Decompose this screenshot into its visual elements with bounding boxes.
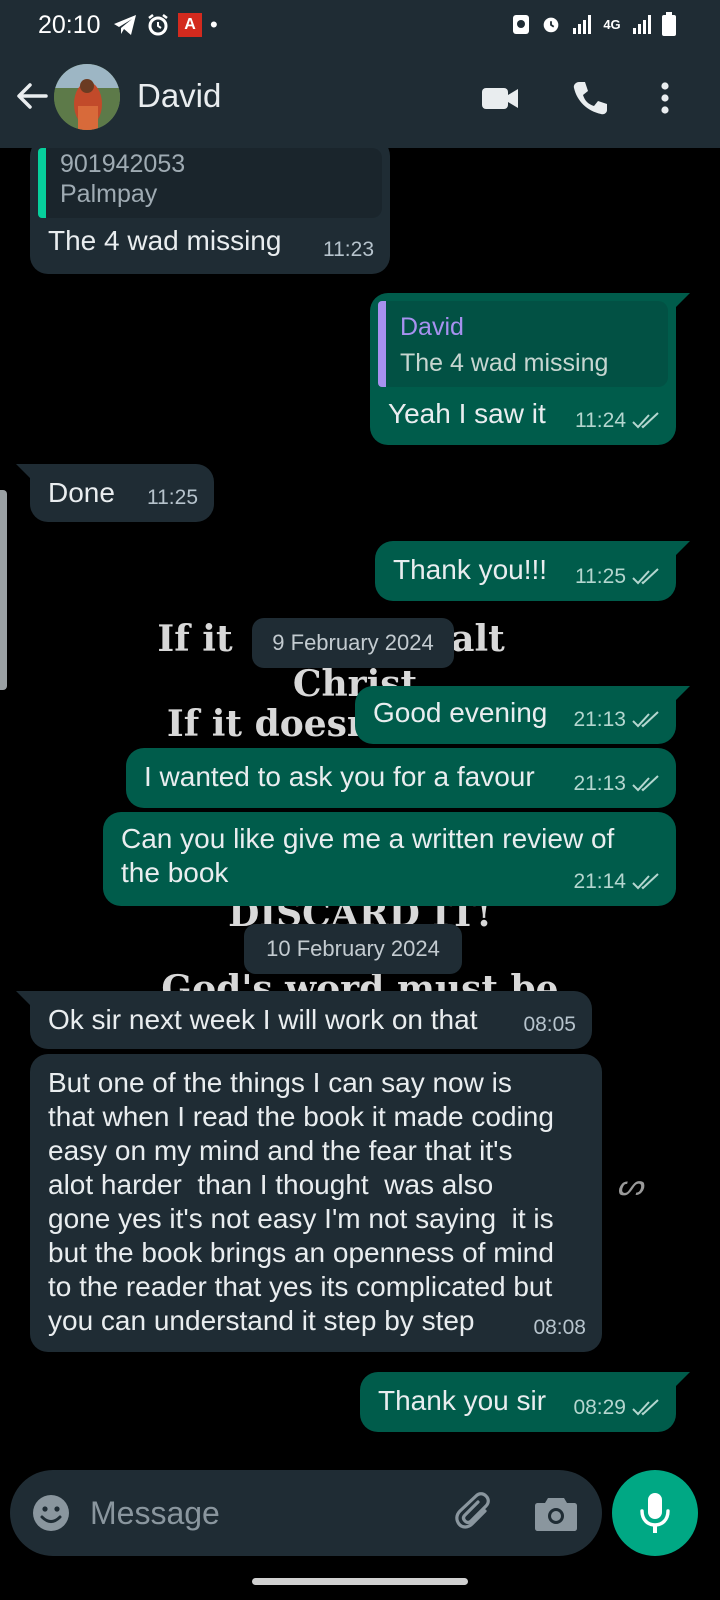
system-nav-bar — [0, 1556, 720, 1600]
double-check-icon — [632, 873, 659, 890]
message-incoming[interactable]: 901942053 Palmpay The 4 wad missing 11:2… — [30, 148, 390, 274]
message-text: The 4 wad missing — [48, 225, 282, 256]
double-check-icon — [632, 1399, 659, 1416]
message-composer — [10, 1470, 602, 1556]
message-time: 11:24 — [575, 409, 626, 432]
quoted-author: David — [400, 313, 464, 341]
message-meta: 21:13 — [573, 772, 660, 796]
message-text-line: you can understand it step by step — [48, 1305, 475, 1336]
message-meta: 08:05 — [523, 1013, 576, 1037]
message-text: Thank you!!! — [393, 554, 548, 585]
message-incoming[interactable]: But one of the things I can say now is t… — [30, 1054, 602, 1352]
double-check-icon — [632, 711, 659, 728]
telegram-icon — [114, 15, 136, 35]
message-text-line: alot harder than I thought was also — [48, 1169, 494, 1200]
home-gesture-bar[interactable] — [252, 1578, 468, 1585]
signal-icon — [573, 15, 591, 34]
message-input[interactable] — [90, 1484, 440, 1542]
more-options-icon[interactable] — [645, 78, 685, 118]
quoted-number: 901942053 — [60, 150, 186, 178]
message-meta: 11:25 — [575, 565, 660, 589]
message-outgoing[interactable]: Thank you sir 08:29 — [360, 1372, 690, 1432]
message-text: Good evening — [373, 697, 548, 728]
message-time: 11:25 — [147, 486, 198, 509]
quoted-sub: Palmpay — [60, 180, 158, 208]
message-outgoing[interactable]: David The 4 wad missing Yeah I saw it 11… — [370, 293, 690, 445]
video-call-icon[interactable] — [480, 78, 520, 118]
double-check-icon — [632, 775, 659, 792]
double-check-icon — [632, 568, 659, 585]
message-meta: 08:08 — [533, 1316, 586, 1340]
date-separator: 10 February 2024 — [244, 924, 462, 974]
message-text: Yeah I saw it — [388, 398, 546, 429]
double-check-icon — [632, 412, 659, 429]
chat-header: David — [0, 52, 720, 148]
message-incoming[interactable]: Ok sir next week I will work on that 08:… — [16, 991, 592, 1049]
battery-icon — [662, 12, 676, 36]
message-time: 21:13 — [573, 708, 626, 731]
status-left-icons: A • — [112, 12, 218, 38]
quoted-message[interactable]: David The 4 wad missing — [378, 301, 668, 387]
message-text: Done — [48, 477, 115, 508]
message-meta: 21:14 — [573, 870, 660, 894]
message-text-line: the book — [121, 857, 229, 888]
message-text: Thank you sir — [378, 1385, 547, 1416]
contact-name[interactable]: David — [137, 77, 221, 115]
message-text-line: that when I read the book it made coding — [48, 1101, 554, 1132]
message-text: I wanted to ask you for a favour — [144, 761, 535, 792]
mic-icon — [640, 1493, 670, 1533]
message-text-line: easy on my mind and the fear that it's — [48, 1135, 513, 1166]
emoji-icon[interactable] — [30, 1492, 72, 1534]
quoted-text: The 4 wad missing — [400, 349, 609, 377]
message-time: 08:29 — [573, 1396, 626, 1419]
message-meta: 11:23 — [323, 238, 374, 262]
data-saver-icon — [513, 15, 529, 34]
camera-icon[interactable] — [534, 1492, 578, 1534]
message-time: 08:08 — [533, 1316, 586, 1339]
message-meta: 11:25 — [147, 486, 198, 510]
message-text: Ok sir next week I will work on that — [48, 1004, 478, 1035]
message-outgoing[interactable]: Good evening 21:13 — [355, 686, 690, 744]
message-time: 21:13 — [573, 772, 626, 795]
alarm-icon — [148, 14, 168, 36]
message-incoming[interactable]: Done 11:25 — [16, 464, 214, 522]
notification-dot: • — [210, 12, 218, 37]
message-time: 08:05 — [523, 1013, 576, 1036]
app-notification-icon: A — [178, 13, 202, 37]
scrollbar[interactable] — [0, 490, 7, 690]
attach-icon[interactable] — [452, 1490, 498, 1536]
message-meta: 11:24 — [575, 409, 660, 433]
voice-call-icon[interactable] — [570, 78, 610, 118]
message-time: 11:23 — [323, 238, 374, 261]
chat-area[interactable]: If it alt Christ If it doesn DISCARD IT!… — [0, 148, 720, 1470]
mic-button[interactable] — [612, 1470, 698, 1556]
message-text-line: gone yes it's not easy I'm not saying it… — [48, 1203, 554, 1234]
message-text-line: But one of the things I can say now is — [48, 1067, 512, 1098]
message-text-line: but the book brings an openness of mind — [48, 1237, 554, 1268]
status-bar: 20:10 A • 4G — [0, 0, 720, 52]
back-arrow-icon[interactable] — [14, 78, 50, 114]
message-meta: 21:13 — [573, 708, 660, 732]
status-time: 20:10 — [38, 11, 101, 39]
quoted-message[interactable]: 901942053 Palmpay — [38, 148, 382, 218]
avatar[interactable] — [54, 64, 120, 130]
message-outgoing[interactable]: I wanted to ask you for a favour 21:13 — [126, 748, 676, 808]
message-text-line: Can you like give me a written review of — [121, 823, 615, 854]
network-type: 4G — [603, 16, 621, 32]
status-right-icons: 4G — [511, 12, 676, 36]
alarm-status-icon — [543, 17, 559, 33]
message-meta: 08:29 — [573, 1396, 660, 1420]
message-outgoing[interactable]: Can you like give me a written review of… — [103, 812, 676, 906]
signal-icon-2 — [633, 15, 651, 34]
message-time: 21:14 — [573, 870, 626, 893]
message-text-line: to the reader that yes its complicated b… — [48, 1271, 553, 1302]
message-outgoing[interactable]: Thank you!!! 11:25 — [375, 541, 690, 601]
date-separator: 9 February 2024 — [252, 618, 454, 668]
message-time: 11:25 — [575, 565, 626, 588]
